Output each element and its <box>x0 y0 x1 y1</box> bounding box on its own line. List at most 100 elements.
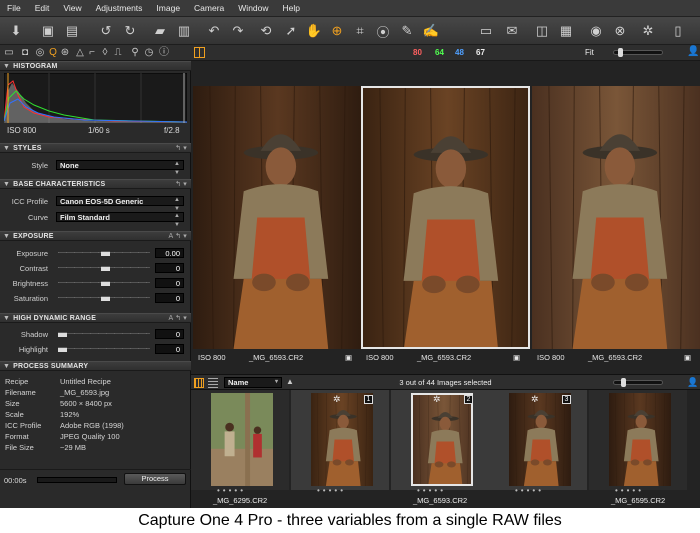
thumbnail-image[interactable] <box>211 393 273 486</box>
move-to-folder-icon[interactable]: ▰ <box>150 21 170 41</box>
process-icon[interactable]: ▭ <box>476 21 496 41</box>
viewer-info-icon[interactable]: ▣ <box>684 352 691 364</box>
zoom-icon[interactable]: ⊕ <box>327 21 347 41</box>
crop-icon[interactable]: ⌗ <box>350 21 370 41</box>
menu-file[interactable]: File <box>0 3 28 13</box>
hdr-row-slider-knob[interactable] <box>58 347 67 352</box>
pan-icon[interactable]: ✋ <box>304 21 324 41</box>
rating-stars[interactable]: ••••• <box>615 487 644 495</box>
web-contact-icon[interactable]: ▦ <box>556 21 576 41</box>
icc-profile-dropdown[interactable]: Canon EOS-5D Generic ▲ ▼ <box>56 196 184 212</box>
capture-icon[interactable]: ▣ <box>38 21 58 41</box>
summary-value: ~29 MB <box>60 443 87 452</box>
exposure-header[interactable]: ▼ EXPOSURE A ↰ ▾ <box>0 231 191 241</box>
exposure-row-slider[interactable] <box>58 264 150 271</box>
straighten-icon[interactable]: ⦿ <box>373 21 393 41</box>
output-tab-icon[interactable]: ⎍ <box>112 46 124 59</box>
rating-stars[interactable]: ••••• <box>217 487 246 495</box>
process-button[interactable]: Process <box>124 473 186 485</box>
camera-icon[interactable]: ◉ <box>586 21 606 41</box>
color-balance-tab-icon[interactable]: ⊛ <box>59 46 71 59</box>
reset-icon[interactable]: ⟲ <box>256 21 276 41</box>
trash-icon[interactable]: ▥ <box>174 21 194 41</box>
rating-stars[interactable]: ••••• <box>515 487 544 495</box>
adjustments-gear-icon[interactable]: ✲ <box>333 394 341 405</box>
menu-help[interactable]: Help <box>276 3 307 13</box>
base-characteristics-header[interactable]: ▼ BASE CHARACTERISTICS ↰ ▾ <box>0 179 191 189</box>
hdr-row-slider[interactable] <box>58 345 150 352</box>
hdr-row-slider-knob[interactable] <box>58 332 67 337</box>
email-icon[interactable]: ✉ <box>502 21 522 41</box>
select-icon[interactable]: ➚ <box>281 21 301 41</box>
thumb-size-knob[interactable] <box>621 378 626 387</box>
zoom-fit-label[interactable]: Fit <box>585 48 594 57</box>
library-tab-icon[interactable]: ▭ <box>3 46 15 59</box>
clock-tab-icon[interactable]: ◷ <box>143 46 155 59</box>
exposure-row-value-field[interactable]: 0 <box>155 293 184 303</box>
exposure-row-slider-knob[interactable] <box>101 266 110 271</box>
compare-icon[interactable]: ▤ <box>62 21 82 41</box>
import-icon[interactable]: ⬇ <box>6 21 26 41</box>
hdr-row-value-field[interactable]: 0 <box>155 344 184 354</box>
thumbnail-image[interactable] <box>509 393 571 486</box>
viewer-image-2[interactable] <box>361 86 530 349</box>
styles-header[interactable]: ▼ STYLES ↰ ▾ <box>0 143 191 153</box>
capture-tab-icon[interactable]: ◘ <box>19 46 31 59</box>
zoom-slider-knob[interactable] <box>618 48 623 57</box>
undo-icon[interactable]: ↶ <box>204 21 224 41</box>
menu-view[interactable]: View <box>56 3 88 13</box>
browser-user-icon[interactable]: 👤 <box>687 377 698 388</box>
hdr-row-value-field[interactable]: 0 <box>155 329 184 339</box>
viewer-image-1[interactable] <box>193 86 362 349</box>
menu-image[interactable]: Image <box>149 3 187 13</box>
lens-tab-icon[interactable]: △ <box>74 46 86 59</box>
process-summary-header[interactable]: ▼ PROCESS SUMMARY <box>0 361 191 371</box>
rating-stars[interactable]: ••••• <box>317 487 346 495</box>
exposure-row-slider-knob[interactable] <box>101 251 110 256</box>
menu-camera[interactable]: Camera <box>187 3 231 13</box>
white-balance-picker-icon[interactable]: ✎ <box>397 21 417 41</box>
rotate-left-icon[interactable]: ↺ <box>96 21 116 41</box>
exposure-row-slider[interactable] <box>58 294 150 301</box>
edit-icon[interactable]: ✍ <box>421 21 441 41</box>
viewer-image-3[interactable] <box>532 86 700 349</box>
exposure-row-slider[interactable] <box>58 249 150 256</box>
exposure-row-value-field[interactable]: 0 <box>155 263 184 273</box>
menu-adjustments[interactable]: Adjustments <box>89 3 150 13</box>
color-tab-icon[interactable]: ◎ <box>34 46 46 59</box>
viewer-info-icon[interactable]: ▣ <box>345 352 352 364</box>
rating-stars[interactable]: ••••• <box>417 487 446 495</box>
export-icon[interactable]: ◫ <box>532 21 552 41</box>
rotate-right-icon[interactable]: ↻ <box>120 21 140 41</box>
grid-view-icon[interactable] <box>194 47 205 58</box>
exposure-row-slider-knob[interactable] <box>101 296 110 301</box>
crop-tab-icon[interactable]: ⌐ <box>86 46 98 59</box>
user-icon[interactable]: 👤 <box>687 46 699 57</box>
thumbnail-image[interactable] <box>609 393 671 486</box>
curve-dropdown[interactable]: Film Standard ▲ ▼ <box>56 212 184 228</box>
details-tab-icon[interactable]: ◊ <box>99 46 111 59</box>
search-tab-icon[interactable]: ⚲ <box>129 46 141 59</box>
histogram-header[interactable]: ▼ HISTOGRAM <box>0 61 191 71</box>
style-dropdown[interactable]: None ▲ ▼ <box>56 160 184 176</box>
redo-icon[interactable]: ↷ <box>228 21 248 41</box>
exposure-row-slider[interactable] <box>58 279 150 286</box>
thumbnail-image[interactable] <box>311 393 373 486</box>
adjustments-gear-icon[interactable]: ✲ <box>531 394 539 405</box>
icc-profile-label: ICC Profile <box>11 197 48 206</box>
viewer-info-icon[interactable]: ▣ <box>513 352 520 364</box>
quick-tab-icon[interactable]: Q <box>47 46 59 59</box>
menu-edit[interactable]: Edit <box>28 3 57 13</box>
exposure-row-slider-knob[interactable] <box>101 281 110 286</box>
info-tab-icon[interactable]: ⓘ <box>158 46 170 59</box>
exposure-row-value-field[interactable]: 0.00 <box>155 248 184 258</box>
hdr-header[interactable]: ▼ HIGH DYNAMIC RANGE A ↰ ▾ <box>0 313 191 323</box>
menu-window[interactable]: Window <box>231 3 275 13</box>
adjustments-gear-icon[interactable]: ✲ <box>433 394 441 405</box>
exposure-row-value-field[interactable]: 0 <box>155 278 184 288</box>
hdr-row-slider[interactable] <box>58 330 150 337</box>
settings-icon[interactable]: ✲ <box>638 21 658 41</box>
cancel-icon[interactable]: ⊗ <box>610 21 630 41</box>
thumbnail-image[interactable] <box>411 393 473 486</box>
panels-icon[interactable]: ▯ <box>668 21 688 41</box>
